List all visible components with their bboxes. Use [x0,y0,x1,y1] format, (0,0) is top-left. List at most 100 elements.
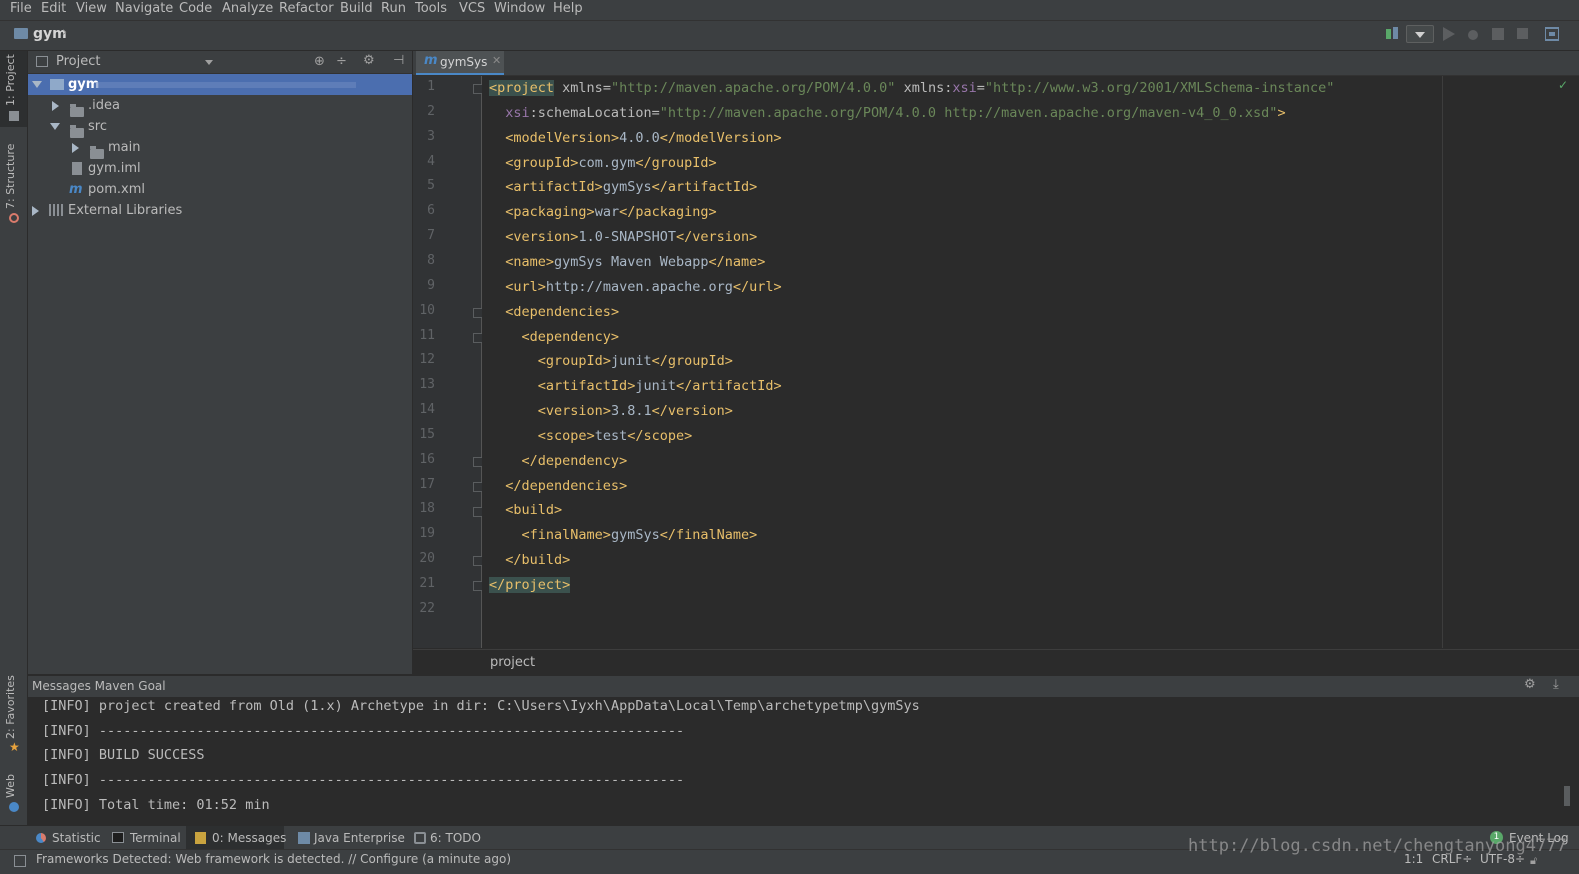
code-line[interactable]: xsi:schemaLocation="http://maven.apache.… [489,101,1285,126]
messages-output[interactable]: [INFO] project created from Old (1.x) Ar… [28,697,1579,825]
line-number: 6 [427,203,435,219]
tab-java-enterprise-label: Java Enterprise [314,831,405,845]
code-line[interactable]: <dependencies> [489,300,619,325]
coverage-icon[interactable] [1491,27,1505,45]
project-tool-tab[interactable]: 1: Project [0,51,27,127]
chevron-down-icon[interactable] [32,81,42,88]
locate-icon[interactable]: ⊕ [314,54,325,69]
menu-file[interactable]: File [10,1,32,16]
code-line[interactable]: </build> [489,548,570,573]
menu-analyze[interactable]: Analyze [222,1,273,16]
menu-code[interactable]: Code [179,1,212,16]
code-editor[interactable]: <project xmlns="http://maven.apache.org/… [482,76,1568,648]
todo-icon [414,832,426,844]
menu-navigate[interactable]: Navigate [115,1,173,16]
tree-row-gym[interactable]: gym [28,74,412,95]
menu-refactor[interactable]: Refactor [279,1,334,16]
star-icon: ★ [9,740,20,754]
structure-tool-tab[interactable]: 7: Structure [0,141,27,226]
line-number: 13 [419,377,435,393]
tab-todo[interactable]: 6: TODO [408,826,484,850]
code-line[interactable]: <artifactId>junit</artifactId> [489,374,782,399]
gear-icon[interactable]: ⚙ [363,53,375,68]
code-line[interactable]: <version>1.0-SNAPSHOT</version> [489,225,757,250]
chevron-right-icon[interactable] [72,143,79,153]
lock-icon[interactable]: 🔓︎ [1530,854,1537,868]
view-dropdown-icon[interactable] [205,60,213,65]
menu-tools[interactable]: Tools [415,1,447,16]
line-number: 4 [427,153,435,169]
line-number: 22 [419,600,435,616]
code-line[interactable]: <version>3.8.1</version> [489,399,733,424]
code-line[interactable]: <modelVersion>4.0.0</modelVersion> [489,126,781,151]
check-icon: ✓ [1558,78,1569,92]
breadcrumb-project-tag[interactable]: project [490,655,535,670]
tab-messages-label: 0: Messages [212,831,287,845]
gear-icon[interactable]: ⚙ [1524,677,1536,692]
code-line[interactable]: <dependency> [489,325,620,350]
tool-window-toggle-icon[interactable] [14,855,26,867]
message-line: [INFO] ---------------------------------… [42,723,685,739]
run-config-select[interactable] [1406,25,1434,43]
web-icon [9,802,19,812]
chevron-right-icon[interactable] [52,101,59,111]
hide-panel-icon[interactable]: ⊣ [393,53,404,68]
line-number: 21 [419,576,435,591]
left-tool-strip: 1: Project 7: Structure 2: Favorites ★ W… [0,51,28,825]
menu-run[interactable]: Run [381,1,406,16]
build-icon[interactable] [1386,27,1398,41]
chevron-right-icon[interactable] [32,206,39,216]
code-line[interactable]: </project> [489,573,571,598]
project-panel-title[interactable]: Project [56,54,100,69]
stop-icon[interactable] [1517,28,1528,39]
menu-view[interactable]: View [76,1,107,16]
code-line[interactable]: <project xmlns="http://maven.apache.org/… [489,76,1334,101]
collapse-all-icon[interactable]: ÷ [336,54,347,69]
message-line: [INFO] project created from Old (1.x) Ar… [42,698,920,714]
tab-messages[interactable]: 0: Messages [186,826,287,850]
library-icon [49,204,63,216]
messages-panel-title: Messages Maven Goal [32,679,166,693]
menu-help[interactable]: Help [553,1,583,16]
favorites-tool-tab[interactable]: 2: Favorites ★ [0,671,27,756]
code-line[interactable]: <build> [489,498,562,523]
line-number: 1 [427,79,435,94]
scrollbar-thumb[interactable] [1564,786,1570,806]
run-icon[interactable] [1443,27,1455,45]
code-line[interactable]: <finalName>gymSys</finalName> [489,523,758,548]
tree-row-main[interactable]: main [28,137,140,159]
code-line[interactable]: <name>gymSys Maven Webapp</name> [489,250,765,275]
folder-icon [70,104,84,117]
code-line[interactable]: <groupId>junit</groupId> [489,349,733,374]
menu-vcs[interactable]: VCS [459,1,485,16]
debug-icon[interactable] [1466,27,1480,45]
code-line[interactable]: <url>http://maven.apache.org</url> [489,275,781,300]
editor-tab-gymsys[interactable]: m gymSys ✕ [416,51,504,75]
code-line[interactable]: <groupId>com.gym</groupId> [489,151,716,176]
chevron-down-icon[interactable] [50,123,60,130]
code-line[interactable]: </dependencies> [489,474,627,499]
tab-java-enterprise[interactable]: Java Enterprise [292,826,405,850]
menu-window[interactable]: Window [494,1,545,16]
project-structure-icon[interactable] [1544,26,1560,46]
watermark: http://blog.csdn.net/chengtanyong4777 [1188,836,1567,856]
web-tool-tab[interactable]: Web [0,766,27,816]
menu-edit[interactable]: Edit [41,1,66,16]
code-line[interactable]: <scope>test</scope> [489,424,692,449]
code-line[interactable]: <artifactId>gymSys</artifactId> [489,175,757,200]
status-message[interactable]: Frameworks Detected: Web framework is de… [36,852,511,866]
tab-terminal[interactable]: Terminal [106,826,182,850]
code-line[interactable]: </dependency> [489,449,628,474]
menu-build[interactable]: Build [340,1,373,16]
hide-panel-icon[interactable]: ⤓ [1553,677,1559,692]
right-margin-guide [1442,76,1443,648]
code-line[interactable]: <packaging>war</packaging> [489,200,716,225]
close-icon[interactable]: ✕ [492,54,501,67]
tab-statistic[interactable]: Statistic [30,826,104,850]
navigation-bar: gym › [0,21,1579,51]
tab-terminal-label: Terminal [130,831,181,845]
tree-label-external-libraries: External Libraries [68,203,183,218]
tree-row-src[interactable]: src [28,116,107,138]
tree-row-idea[interactable]: .idea [28,95,120,117]
tab-statistic-label: Statistic [52,831,101,845]
